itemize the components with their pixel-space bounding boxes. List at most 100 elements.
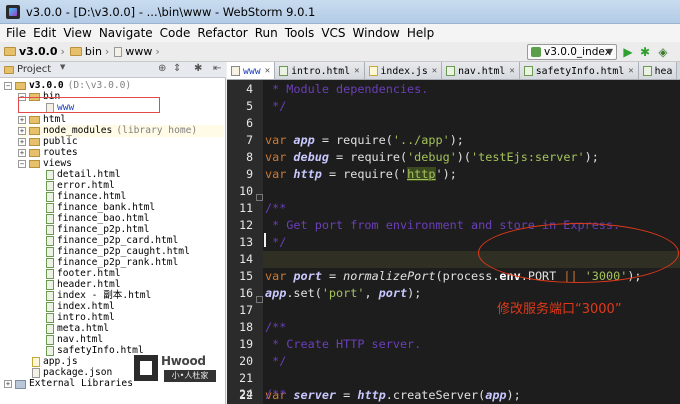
html-file-icon (46, 291, 54, 301)
highlight-box (18, 97, 160, 113)
html-file-icon (46, 324, 54, 334)
watermark-chip-icon (134, 355, 158, 381)
fold-marker-icon[interactable] (256, 296, 263, 303)
tab-safetyinfo-html[interactable]: safetyInfo.html ✕ (519, 62, 639, 79)
library-icon (15, 379, 26, 389)
js-file-icon (368, 66, 378, 76)
menu-view[interactable]: View (63, 26, 91, 40)
project-panel-header: Project ▼ ⊕ ⇕ ✱ ⇤ (0, 62, 226, 78)
menu-vcs[interactable]: VCS (321, 26, 345, 40)
line-number: 7 (246, 133, 253, 147)
folder-icon (29, 138, 40, 146)
folder-icon (29, 160, 40, 168)
line-number: 15 (239, 269, 253, 283)
sync-icon[interactable]: ⊕ (158, 63, 166, 74)
line-number: 17 (239, 303, 253, 317)
folder-icon (4, 47, 16, 56)
fold-marker-icon[interactable] (256, 194, 263, 201)
code-line: /** (265, 387, 287, 401)
folder-icon (29, 149, 40, 157)
tab-nav-html[interactable]: nav.html ✕ (442, 62, 520, 79)
collapse-all-icon[interactable]: ⇕ (173, 63, 181, 74)
run-configuration-select[interactable]: v3.0.0_index ▼ (527, 44, 617, 60)
line-number: 16 (239, 286, 253, 300)
window-title: v3.0.0 - [D:\v3.0.0] - ...\bin\www - Web… (26, 4, 316, 19)
tab-header-html[interactable]: hea (638, 62, 678, 79)
line-number: 18 (239, 320, 253, 334)
html-file-icon (46, 302, 54, 312)
html-file-icon (46, 247, 54, 257)
line-number: 24 (239, 387, 253, 401)
html-file-icon (46, 192, 54, 202)
line-number: 5 (246, 99, 253, 113)
breadcrumb-file[interactable]: www › (114, 45, 162, 58)
line-number: 13 (239, 235, 253, 249)
breadcrumb-project[interactable]: v3.0.0 › (4, 45, 68, 58)
folder-icon (15, 82, 26, 90)
title-bar: v3.0.0 - [D:\v3.0.0] - ...\bin\www - Web… (0, 0, 680, 24)
close-icon[interactable]: ✕ (265, 66, 270, 76)
file-icon (114, 46, 123, 57)
html-file-icon (46, 225, 54, 235)
hide-panel-icon[interactable]: ⇤ (213, 63, 221, 74)
menu-code[interactable]: Code (160, 26, 191, 40)
folder-icon (69, 47, 82, 56)
folder-icon (29, 127, 40, 135)
menu-bar: File Edit View Navigate Code Refactor Ru… (0, 24, 680, 42)
tab-intro-html[interactable]: intro.html ✕ (275, 62, 365, 79)
line-number: 21 (239, 371, 253, 385)
debug-icon[interactable]: ✱ (638, 45, 652, 59)
editor-tabs: www ✕ intro.html ✕ index.js ✕ nav.html ✕ saf… (227, 62, 680, 80)
line-number: 4 (246, 82, 253, 96)
menu-file[interactable]: File (6, 26, 26, 40)
close-icon[interactable]: ✕ (432, 66, 437, 76)
menu-refactor[interactable]: Refactor (197, 26, 247, 40)
html-file-icon (46, 214, 54, 224)
html-file-icon (46, 258, 54, 268)
close-icon[interactable]: ✕ (354, 66, 359, 76)
line-number: 10 (239, 184, 253, 198)
navigation-bar: v3.0.0 › bin › www › v3.0.0_index ▼ ▶ ✱ ◈ (0, 42, 680, 62)
html-file-icon (46, 170, 54, 180)
gear-icon[interactable]: ✱ (194, 63, 202, 74)
html-file-icon (523, 66, 533, 76)
breadcrumb-folder[interactable]: bin › (69, 45, 112, 58)
js-file-icon (32, 357, 40, 367)
line-number: 12 (239, 218, 253, 232)
menu-window[interactable]: Window (353, 26, 400, 40)
menu-run[interactable]: Run (255, 26, 278, 40)
code-line: * Module dependencies. (265, 82, 429, 96)
run-icon[interactable]: ▶ (621, 45, 635, 59)
menu-tools[interactable]: Tools (285, 26, 315, 40)
chevron-down-icon[interactable]: ▼ (60, 63, 65, 71)
line-number: 6 (246, 116, 253, 130)
menu-edit[interactable]: Edit (33, 26, 56, 40)
line-number-gutter: 4 5 6 7 8 9 10 11 12 13 14 15 16 17 18 1… (227, 80, 263, 404)
line-number: 9 (246, 167, 253, 181)
html-file-icon (46, 269, 54, 279)
coverage-icon[interactable]: ◈ (656, 45, 670, 59)
tab-index-js[interactable]: index.js ✕ (364, 62, 443, 79)
line-number: 19 (239, 337, 253, 351)
text-caret (264, 233, 266, 247)
html-file-icon (46, 346, 54, 356)
code-line: */ (265, 354, 287, 368)
html-file-icon (46, 203, 54, 213)
watermark-logo: Hwood 小•人杜家 (134, 353, 226, 383)
close-icon[interactable]: ✕ (509, 66, 514, 76)
json-file-icon (32, 368, 40, 378)
close-icon[interactable]: ✕ (628, 66, 633, 76)
code-line: var app = require('../app'); (265, 133, 464, 147)
tree-item-external-libraries[interactable]: + External Libraries (4, 378, 133, 390)
line-number: 11 (239, 201, 253, 215)
code-line: /** (265, 320, 287, 334)
menu-navigate[interactable]: Navigate (99, 26, 153, 40)
code-line: var debug = require('debug')('testEjs:se… (265, 150, 599, 164)
menu-help[interactable]: Help (407, 26, 434, 40)
tab-www[interactable]: www ✕ (227, 62, 276, 79)
code-line: */ (265, 99, 287, 113)
line-number: 14 (239, 252, 253, 266)
file-icon (231, 66, 240, 76)
project-view-select[interactable]: Project (17, 64, 51, 75)
folder-icon (4, 65, 14, 74)
